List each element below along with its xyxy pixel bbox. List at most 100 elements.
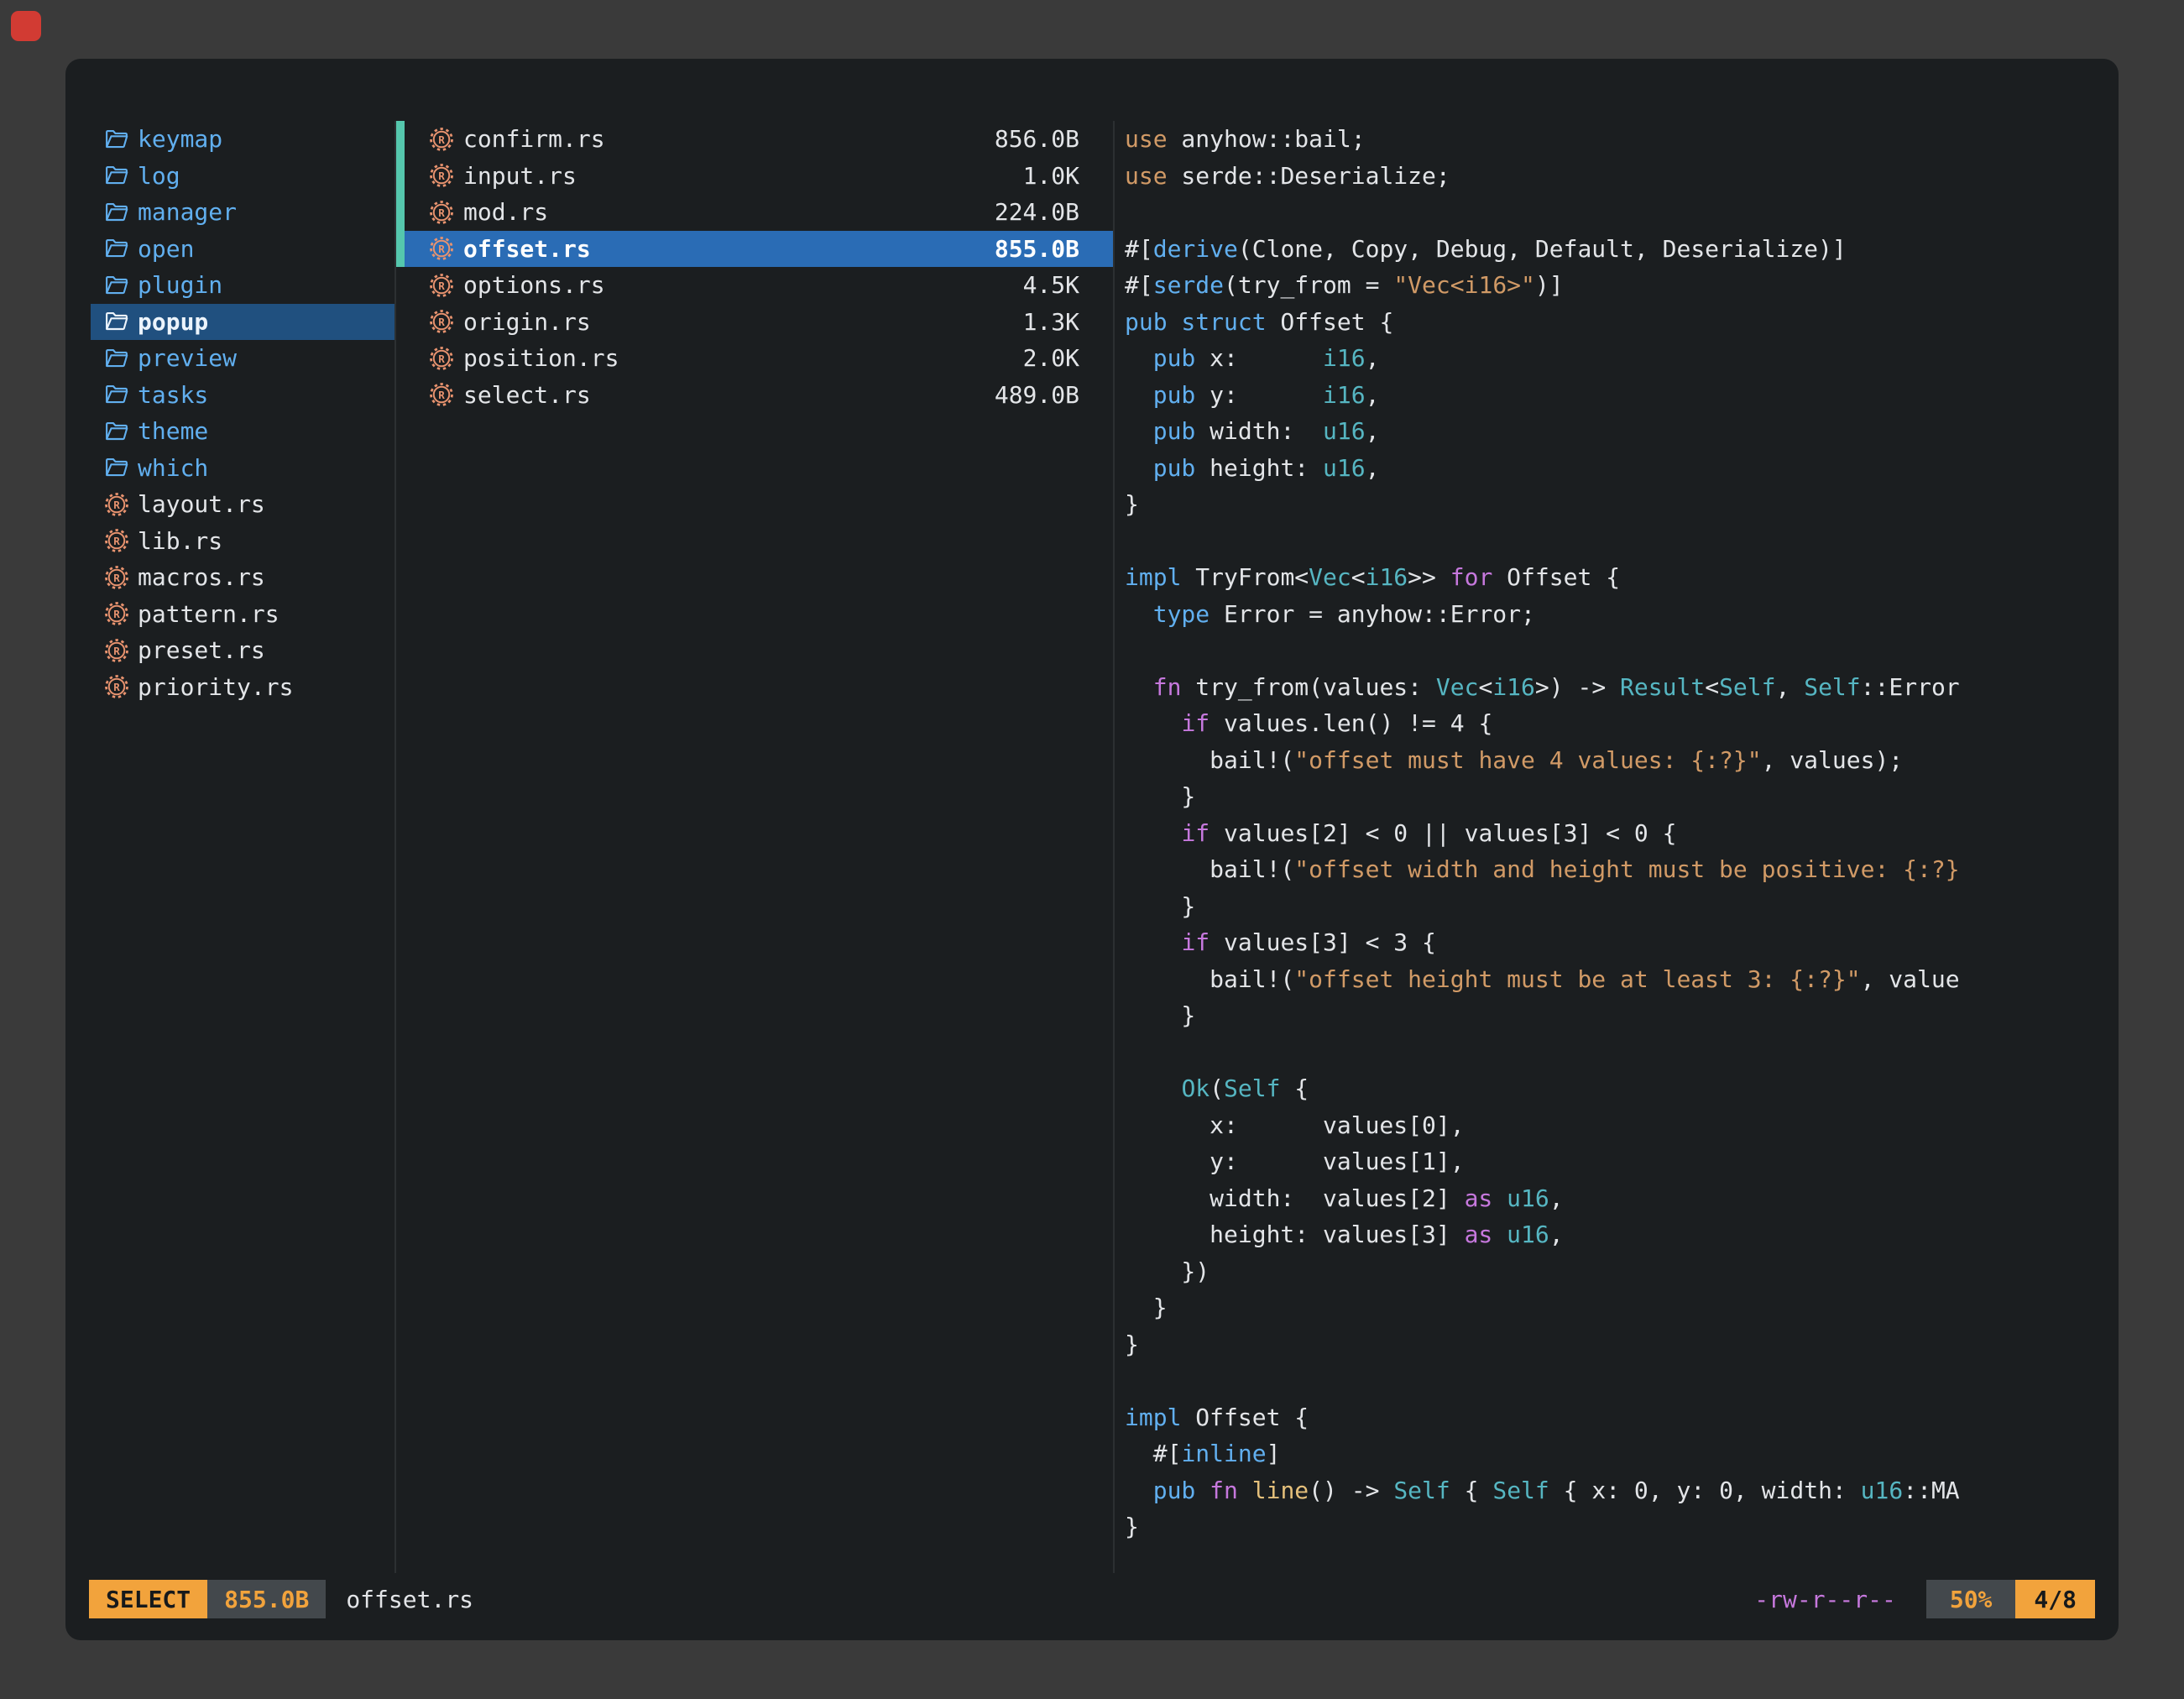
code-line: pub fn line() -> Self { Self { x: 0, y: … <box>1125 1472 2119 1509</box>
folder-open-icon <box>103 235 130 262</box>
item-label: pattern.rs <box>138 600 280 628</box>
svg-text:R: R <box>438 206 445 219</box>
file-row-origin.rs[interactable]: Rorigin.rs1.3K <box>396 304 1113 341</box>
code-line: pub struct Offset { <box>1125 304 2119 341</box>
rust-file-icon: R <box>103 491 130 518</box>
sidebar-item-open[interactable]: open <box>91 231 394 268</box>
file-size-badge: 855.0B <box>207 1580 326 1618</box>
terminal-window: keymap log manager open plugin popup preview ta… <box>65 59 2119 1640</box>
file-size: 224.0B <box>995 198 1079 226</box>
folder-open-icon <box>103 126 130 153</box>
item-label: open <box>138 235 194 263</box>
code-line: y: values[1], <box>1125 1143 2119 1180</box>
code-line: #[derive(Clone, Copy, Debug, Default, De… <box>1125 231 2119 268</box>
file-name: options.rs <box>463 271 1015 299</box>
code-line: fn try_from(values: Vec<i16>) -> Result<… <box>1125 669 2119 706</box>
code-line: use serde::Deserialize; <box>1125 158 2119 195</box>
folder-open-icon <box>103 454 130 481</box>
sidebar-item-theme[interactable]: theme <box>91 413 394 450</box>
sidebar-item-priority.rs[interactable]: Rpriority.rs <box>91 669 394 706</box>
file-name: position.rs <box>463 344 1015 372</box>
mode-badge: SELECT <box>89 1580 207 1618</box>
sidebar-item-preview[interactable]: preview <box>91 340 394 377</box>
code-line: height: values[3] as u16, <box>1125 1216 2119 1253</box>
code-line: pub width: u16, <box>1125 413 2119 450</box>
code-line: bail!("offset must have 4 values: {:?}",… <box>1125 742 2119 779</box>
file-size: 1.0K <box>1023 162 1079 190</box>
item-label: priority.rs <box>138 673 293 701</box>
svg-text:R: R <box>438 353 445 365</box>
sidebar-item-manager[interactable]: manager <box>91 194 394 231</box>
svg-text:R: R <box>113 572 120 584</box>
item-label: tasks <box>138 381 208 409</box>
sidebar-item-keymap[interactable]: keymap <box>91 121 394 158</box>
rust-file-icon: R <box>103 600 130 627</box>
sidebar-item-tasks[interactable]: tasks <box>91 377 394 414</box>
folder-open-icon <box>103 162 130 189</box>
file-row-options.rs[interactable]: Roptions.rs4.5K <box>396 267 1113 304</box>
sidebar-item-which[interactable]: which <box>91 450 394 487</box>
code-line: if values.len() != 4 { <box>1125 705 2119 742</box>
svg-text:R: R <box>438 133 445 146</box>
file-row-position.rs[interactable]: Rposition.rs 2.0K <box>396 340 1113 377</box>
item-label: keymap <box>138 125 222 153</box>
file-row-select.rs[interactable]: Rselect.rs489.0B <box>396 377 1113 414</box>
sidebar-item-log[interactable]: log <box>91 158 394 195</box>
file-size: 2.0K <box>1023 344 1079 372</box>
sidebar-item-plugin[interactable]: plugin <box>91 267 394 304</box>
code-line: } <box>1125 997 2119 1034</box>
svg-text:R: R <box>113 608 120 620</box>
item-label: theme <box>138 417 208 445</box>
code-line <box>1125 632 2119 669</box>
sidebar-item-popup[interactable]: popup <box>91 304 394 341</box>
rust-file-icon: R <box>428 308 455 335</box>
file-name: select.rs <box>463 381 986 409</box>
file-name: offset.rs <box>463 235 986 263</box>
code-line: } <box>1125 888 2119 925</box>
cursor-position-badge: 4/8 <box>2015 1580 2095 1618</box>
code-line: } <box>1125 1508 2119 1545</box>
file-row-offset.rs[interactable]: Roffset.rs855.0B <box>396 231 1113 268</box>
item-label: plugin <box>138 271 222 299</box>
code-line <box>1125 1034 2119 1071</box>
file-size: 856.0B <box>995 125 1079 153</box>
rust-file-icon: R <box>428 199 455 226</box>
rust-file-icon: R <box>428 381 455 408</box>
file-name: origin.rs <box>463 308 1015 336</box>
folder-open-icon <box>103 345 130 372</box>
file-row-mod.rs[interactable]: Rmod.rs224.0B <box>396 194 1113 231</box>
item-label: log <box>138 162 180 190</box>
code-line: impl TryFrom<Vec<i16>> for Offset { <box>1125 559 2119 596</box>
code-line: }) <box>1125 1253 2119 1290</box>
code-line: Ok(Self { <box>1125 1070 2119 1107</box>
code-line: type Error = anyhow::Error; <box>1125 596 2119 633</box>
item-label: popup <box>138 308 208 336</box>
selection-marker <box>396 231 405 268</box>
svg-text:R: R <box>438 389 445 401</box>
folder-open-icon <box>103 272 130 299</box>
code-line: } <box>1125 1289 2119 1326</box>
sidebar-item-layout.rs[interactable]: Rlayout.rs <box>91 486 394 523</box>
code-line: if values[3] < 3 { <box>1125 924 2119 961</box>
code-line: } <box>1125 486 2119 523</box>
sidebar-item-pattern.rs[interactable]: Rpattern.rs <box>91 596 394 633</box>
code-line <box>1125 194 2119 231</box>
sidebar-item-macros.rs[interactable]: Rmacros.rs <box>91 559 394 596</box>
file-row-confirm.rs[interactable]: Rconfirm.rs856.0B <box>396 121 1113 158</box>
code-line: } <box>1125 778 2119 815</box>
sidebar-item-preset.rs[interactable]: Rpreset.rs <box>91 632 394 669</box>
code-line: #[inline] <box>1125 1435 2119 1472</box>
selection-marker <box>396 121 405 158</box>
svg-text:R: R <box>438 316 445 328</box>
sidebar-item-lib.rs[interactable]: Rlib.rs <box>91 523 394 560</box>
status-filename: offset.rs <box>346 1586 473 1613</box>
svg-text:R: R <box>113 535 120 547</box>
item-label: lib.rs <box>138 527 222 555</box>
svg-text:R: R <box>438 170 445 182</box>
item-label: preview <box>138 344 237 372</box>
code-line: pub y: i16, <box>1125 377 2119 414</box>
item-label: which <box>138 454 208 482</box>
file-row-input.rs[interactable]: Rinput.rs1.0K <box>396 158 1113 195</box>
code-line <box>1125 1362 2119 1399</box>
selection-marker <box>396 194 405 231</box>
